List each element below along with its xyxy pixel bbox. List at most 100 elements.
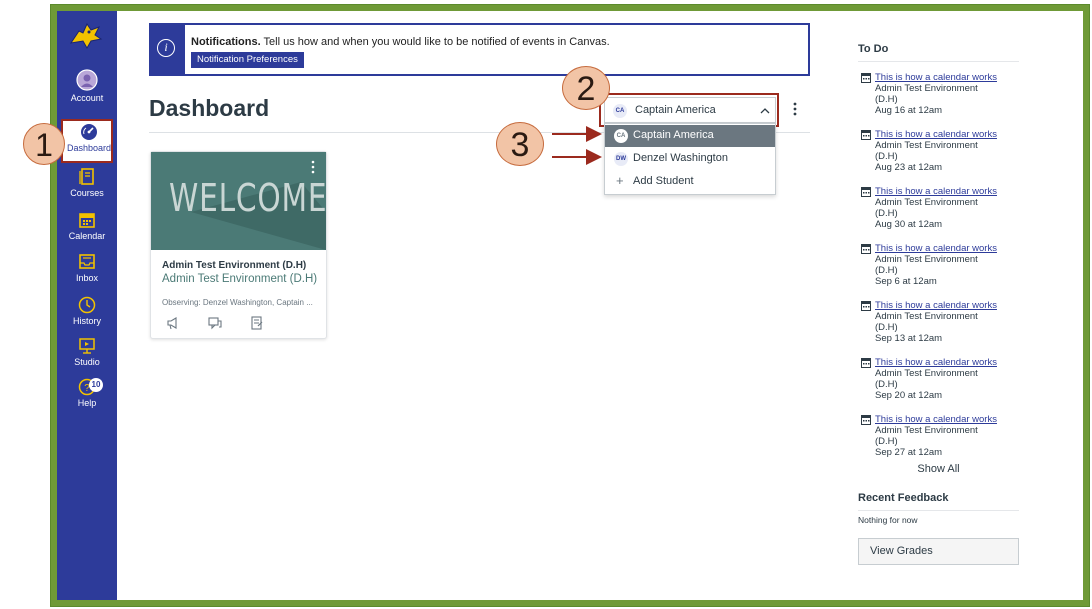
todo-date: Sep 27 at 12am [875, 447, 943, 458]
menu-item-label: Add Student [633, 175, 694, 187]
nav-inbox[interactable]: Inbox [57, 253, 117, 283]
inbox-icon [79, 254, 95, 269]
help-count-badge: 10 [89, 378, 103, 392]
announcements-icon[interactable] [166, 316, 180, 330]
todo-link[interactable]: This is how a calendar works [875, 186, 1025, 197]
notification-preferences-button[interactable]: Notification Preferences [191, 52, 304, 68]
todo-section: (D.H) [875, 265, 898, 276]
callout-3: 3 [496, 122, 544, 166]
kebab-icon [311, 160, 315, 174]
dashboard-options-button[interactable] [793, 101, 797, 117]
todo-date: Aug 23 at 12am [875, 162, 943, 173]
banner-title: Notifications. [191, 36, 261, 48]
menu-item-label: Captain America [633, 129, 714, 141]
course-card-image[interactable]: WELCOME [151, 152, 326, 250]
student-menu: CA Captain America DW Denzel Washington … [604, 123, 776, 195]
nav-courses[interactable]: Courses [57, 168, 117, 198]
todo-course: Admin Test Environment [875, 83, 978, 94]
recent-feedback-heading: Recent Feedback [858, 492, 949, 504]
show-all-link[interactable]: Show All [858, 463, 1019, 475]
todo-section: (D.H) [875, 436, 898, 447]
dashboard-icon [81, 124, 97, 140]
recent-feedback-divider [858, 510, 1019, 511]
nav-account[interactable]: Account [57, 69, 117, 103]
nav-dashboard[interactable]: Dashboard [61, 119, 113, 163]
course-card-subtitle[interactable]: Admin Test Environment (D.H) [162, 273, 317, 285]
calendar-icon [861, 244, 871, 254]
student-avatar: DW [614, 152, 628, 166]
discussions-icon[interactable] [208, 316, 222, 330]
todo-link[interactable]: This is how a calendar works [875, 129, 1025, 140]
todo-course: Admin Test Environment [875, 311, 978, 322]
todo-link[interactable]: This is how a calendar works [875, 243, 1025, 254]
menu-item-label: Denzel Washington [633, 152, 728, 164]
todo-item: This is how a calendar works Admin Test … [861, 243, 1025, 287]
todo-section: (D.H) [875, 151, 898, 162]
todo-item: This is how a calendar works Admin Test … [861, 72, 1025, 116]
todo-date: Sep 13 at 12am [875, 333, 943, 344]
todo-link[interactable]: This is how a calendar works [875, 300, 1025, 311]
todo-item: This is how a calendar works Admin Test … [861, 129, 1025, 173]
callout-1: 1 [23, 123, 65, 165]
calendar-icon [861, 415, 871, 425]
nav-history[interactable]: History [57, 296, 117, 326]
card-options-button[interactable] [311, 160, 315, 174]
course-card-title[interactable]: Admin Test Environment (D.H) [162, 260, 306, 271]
plus-icon: + [616, 173, 624, 188]
todo-heading: To Do [858, 43, 889, 55]
todo-item: This is how a calendar works Admin Test … [861, 300, 1025, 344]
course-card[interactable]: WELCOME Admin Test Environment (D.H) Adm… [150, 151, 327, 339]
todo-date: Sep 6 at 12am [875, 276, 937, 287]
todo-item: This is how a calendar works Admin Test … [861, 414, 1025, 458]
assignments-icon[interactable] [250, 316, 264, 330]
menu-item-denzel-washington[interactable]: DW Denzel Washington [605, 148, 775, 170]
calendar-icon [861, 73, 871, 83]
todo-date: Sep 20 at 12am [875, 390, 943, 401]
callout-2: 2 [562, 66, 610, 110]
todo-divider [858, 61, 1019, 62]
todo-section: (D.H) [875, 379, 898, 390]
todo-course: Admin Test Environment [875, 425, 978, 436]
todo-course: Admin Test Environment [875, 140, 978, 151]
view-grades-button[interactable]: View Grades [858, 538, 1019, 565]
page-title: Dashboard [149, 95, 270, 121]
studio-icon [79, 338, 95, 354]
nav-help[interactable]: ? 10 Help [57, 378, 117, 408]
calendar-icon [861, 301, 871, 311]
todo-section: (D.H) [875, 322, 898, 333]
todo-link[interactable]: This is how a calendar works [875, 357, 1025, 368]
todo-course: Admin Test Environment [875, 254, 978, 265]
todo-section: (D.H) [875, 208, 898, 219]
tutorial-stage: Account Dashboard Courses Calendar Inbox… [0, 0, 1092, 609]
todo-link[interactable]: This is how a calendar works [875, 72, 1025, 83]
todo-item: This is how a calendar works Admin Test … [861, 186, 1025, 230]
calendar-icon [861, 187, 871, 197]
nav-studio[interactable]: Studio [57, 337, 117, 367]
institution-logo[interactable] [69, 21, 103, 51]
calendar-icon [861, 130, 871, 140]
course-card-observing: Observing: Denzel Washington, Captain ..… [162, 298, 313, 307]
menu-item-add-student[interactable]: + Add Student [605, 171, 775, 193]
nav-account-label: Account [70, 93, 104, 103]
nav-dashboard-label: Dashboard [66, 143, 112, 153]
selector-highlight-box [599, 93, 779, 127]
nav-calendar[interactable]: Calendar [57, 211, 117, 241]
todo-date: Aug 16 at 12am [875, 105, 943, 116]
todo-link[interactable]: This is how a calendar works [875, 414, 1025, 425]
nav-inbox-label: Inbox [75, 273, 99, 283]
history-icon [78, 296, 96, 314]
nav-help-label: Help [77, 398, 97, 408]
nav-history-label: History [72, 316, 101, 326]
calendar-icon [79, 213, 95, 228]
todo-section: (D.H) [875, 94, 898, 105]
menu-item-captain-america[interactable]: CA Captain America [605, 125, 775, 147]
nav-calendar-label: Calendar [68, 231, 106, 241]
global-navigation: Account Dashboard Courses Calendar Inbox… [57, 11, 117, 600]
account-icon [76, 69, 98, 91]
banner-body: Tell us how and when you would like to b… [263, 36, 610, 48]
student-avatar: CA [614, 129, 628, 143]
kebab-icon [793, 102, 797, 116]
nav-dashboard-inner: Dashboard [59, 123, 119, 153]
card-hero-text: WELCOME [169, 176, 326, 220]
todo-course: Admin Test Environment [875, 197, 978, 208]
